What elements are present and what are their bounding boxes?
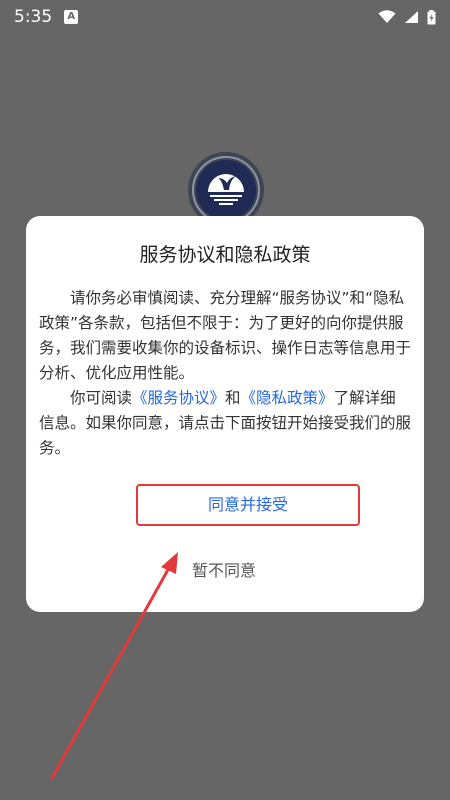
notification-badge-icon: A [64,10,79,24]
privacy-dialog: 服务协议和隐私政策 请你务必审慎阅读、充分理解“服务协议”和“隐私政策”各条款，… [26,216,424,612]
dialog-paragraph-2: 你可阅读《服务协议》和《隐私政策》了解详细信息。如果你同意，请点击下面按钮开始接… [39,386,411,461]
dialog-title: 服务协议和隐私政策 [139,244,311,266]
wifi-icon [378,10,396,23]
dialog-body: 请你务必审慎阅读、充分理解“服务协议”和“隐私政策”各条款，包括但不限于：为了更… [39,286,411,461]
status-bar: 5:35 A [0,0,450,34]
decline-button[interactable]: 暂不同意 [174,556,274,586]
signal-icon [405,11,418,23]
battery-charging-icon [427,9,436,24]
service-agreement-link[interactable]: 《服务协议》 [132,389,225,407]
paragraph2-and: 和 [225,389,241,407]
accept-button[interactable]: 同意并接受 [136,484,360,526]
dialog-paragraph-1: 请你务必审慎阅读、充分理解“服务协议”和“隐私政策”各条款，包括但不限于：为了更… [39,289,412,382]
paragraph2-prefix: 你可阅读 [70,389,133,407]
status-icons [378,9,436,25]
privacy-policy-link[interactable]: 《隐私政策》 [241,389,334,407]
status-time: 5:35 [14,7,53,27]
